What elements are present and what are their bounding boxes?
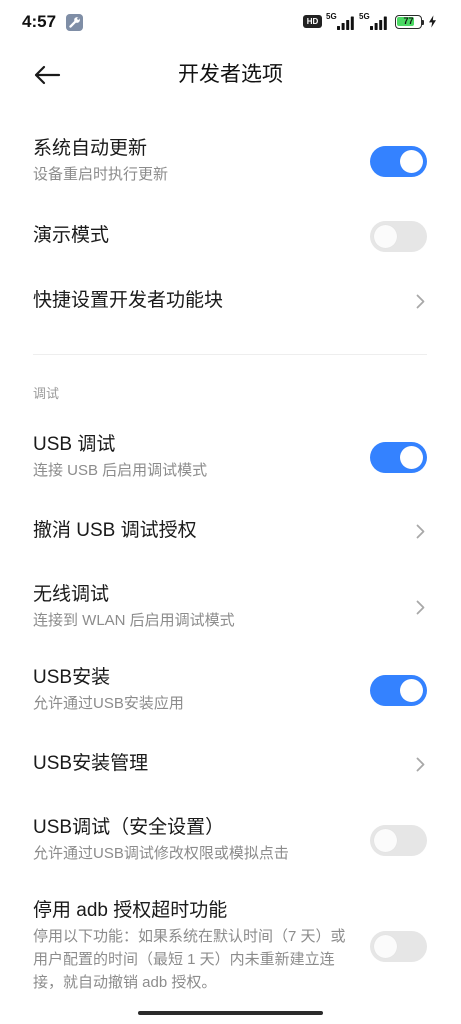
battery-icon: 77 bbox=[395, 15, 422, 29]
setting-disable-adb-auth-timeout[interactable]: 停用 adb 授权超时功能 停用以下功能：如果系统在默认时间（7 天）或用户配置… bbox=[0, 890, 461, 1002]
setting-title: USB安装 bbox=[33, 666, 111, 688]
setting-subtitle: 停用以下功能：如果系统在默认时间（7 天）或用户配置的时间（最短 1 天）内未重… bbox=[33, 927, 346, 991]
setting-text: 快捷设置开发者功能块 bbox=[33, 289, 352, 313]
setting-usb-install[interactable]: USB安装 允许通过USB安装应用 bbox=[0, 653, 461, 727]
setting-subtitle: 允许通过USB安装应用 bbox=[33, 694, 184, 712]
setting-text: USB 调试 连接 USB 后启用调试模式 bbox=[33, 433, 352, 482]
setting-text: 无线调试 连接到 WLAN 后启用调试模式 bbox=[33, 583, 352, 632]
setting-wireless-debugging[interactable]: 无线调试 连接到 WLAN 后启用调试模式 bbox=[0, 570, 461, 644]
usb-debugging-security-toggle[interactable] bbox=[370, 824, 427, 856]
demo-mode-toggle[interactable] bbox=[370, 220, 427, 252]
toggle-knob bbox=[400, 149, 423, 173]
setting-title: USB安装管理 bbox=[33, 753, 149, 774]
setting-text: 撤消 USB 调试授权 bbox=[33, 519, 352, 543]
setting-title: 快捷设置开发者功能块 bbox=[33, 290, 224, 311]
status-bar: 4:57 HD 5G 5G 77 bbox=[0, 0, 461, 44]
status-time: 4:57 bbox=[22, 12, 57, 31]
battery-level: 77 bbox=[403, 16, 414, 26]
battery-cap bbox=[422, 19, 424, 25]
setting-usb-debugging-security[interactable]: USB调试（安全设置） 允许通过USB调试修改权限或模拟点击 bbox=[0, 803, 461, 877]
setting-revoke-usb-auth[interactable]: 撤消 USB 调试授权 bbox=[0, 499, 461, 563]
setting-subtitle: 设备重启时执行更新 bbox=[33, 165, 169, 183]
hd-voice-icon: HD bbox=[303, 15, 322, 28]
home-indicator[interactable] bbox=[138, 1011, 323, 1015]
setting-subtitle: 连接 USB 后启用调试模式 bbox=[33, 461, 208, 479]
section-header-debug: 调试 bbox=[33, 386, 60, 401]
setting-text: USB安装管理 bbox=[33, 752, 352, 776]
setting-usb-debugging[interactable]: USB 调试 连接 USB 后启用调试模式 bbox=[0, 420, 461, 494]
disable-adb-auth-timeout-toggle[interactable] bbox=[370, 930, 427, 962]
setting-title: 无线调试 bbox=[33, 583, 110, 605]
sim2-signal-icon: 5G bbox=[359, 12, 387, 30]
toggle-knob bbox=[400, 445, 423, 469]
section-divider bbox=[33, 354, 427, 355]
chevron-right-icon bbox=[416, 294, 425, 309]
charging-bolt-icon bbox=[429, 15, 436, 28]
setting-subtitle: 连接到 WLAN 后启用调试模式 bbox=[33, 611, 235, 629]
setting-text: 系统自动更新 设备重启时执行更新 bbox=[33, 137, 352, 186]
setting-demo-mode[interactable]: 演示模式 bbox=[0, 204, 461, 268]
setting-subtitle: 允许通过USB调试修改权限或模拟点击 bbox=[33, 844, 289, 862]
setting-text: 停用 adb 授权超时功能 停用以下功能：如果系统在默认时间（7 天）或用户配置… bbox=[33, 899, 352, 994]
sim2-network-type: 5G bbox=[359, 12, 370, 21]
setting-usb-install-management[interactable]: USB安装管理 bbox=[0, 732, 461, 796]
system-auto-update-toggle[interactable] bbox=[370, 145, 427, 177]
setting-system-auto-update[interactable]: 系统自动更新 设备重启时执行更新 bbox=[0, 124, 461, 198]
toggle-knob bbox=[374, 934, 397, 958]
setting-title: 撤消 USB 调试授权 bbox=[33, 520, 197, 541]
toggle-knob bbox=[400, 678, 423, 702]
chevron-right-icon bbox=[416, 524, 425, 539]
setting-title: 演示模式 bbox=[33, 225, 110, 246]
setting-quick-settings-tiles[interactable]: 快捷设置开发者功能块 bbox=[0, 269, 461, 333]
setting-text: USB调试（安全设置） 允许通过USB调试修改权限或模拟点击 bbox=[33, 816, 352, 865]
setting-title: USB调试（安全设置） bbox=[33, 816, 225, 838]
usb-debugging-toggle[interactable] bbox=[370, 441, 427, 473]
sim1-network-type: 5G bbox=[326, 12, 337, 21]
setting-title: 系统自动更新 bbox=[33, 137, 148, 159]
page-title: 开发者选项 bbox=[178, 63, 283, 86]
wrench-icon bbox=[66, 14, 83, 31]
setting-title: USB 调试 bbox=[33, 433, 116, 455]
sim1-signal-icon: 5G bbox=[326, 12, 354, 30]
toggle-knob bbox=[374, 224, 397, 248]
setting-text: 演示模式 bbox=[33, 224, 352, 248]
toggle-knob bbox=[374, 828, 397, 852]
chevron-right-icon bbox=[416, 757, 425, 772]
setting-title: 停用 adb 授权超时功能 bbox=[33, 899, 228, 921]
setting-text: USB安装 允许通过USB安装应用 bbox=[33, 666, 352, 715]
usb-install-toggle[interactable] bbox=[370, 674, 427, 706]
chevron-right-icon bbox=[416, 600, 425, 615]
